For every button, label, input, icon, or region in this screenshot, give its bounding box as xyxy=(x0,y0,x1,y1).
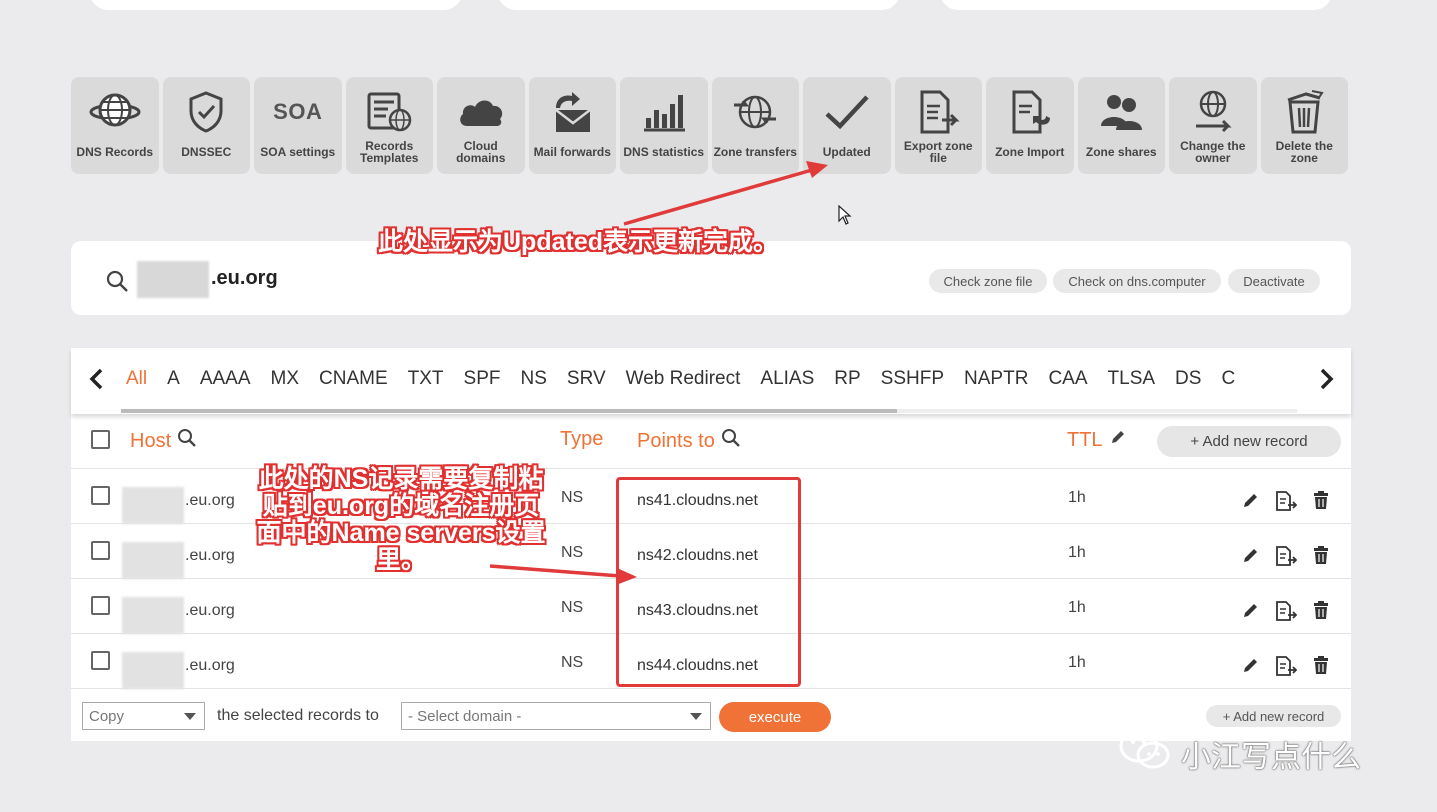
updated-annotation: 此处显示为Updated表示更新完成。 xyxy=(378,228,779,256)
ns-annotation: 此处的NS记录需要复制粘贴到eu.org的域名注册页面中的Name server… xyxy=(256,465,546,574)
mouse-cursor-icon xyxy=(838,204,852,230)
wechat-icon xyxy=(1117,727,1175,781)
watermark: 小江写点什么 xyxy=(1117,727,1361,781)
watermark-text: 小江写点什么 xyxy=(1181,741,1361,774)
annotation-arrows xyxy=(489,161,828,585)
